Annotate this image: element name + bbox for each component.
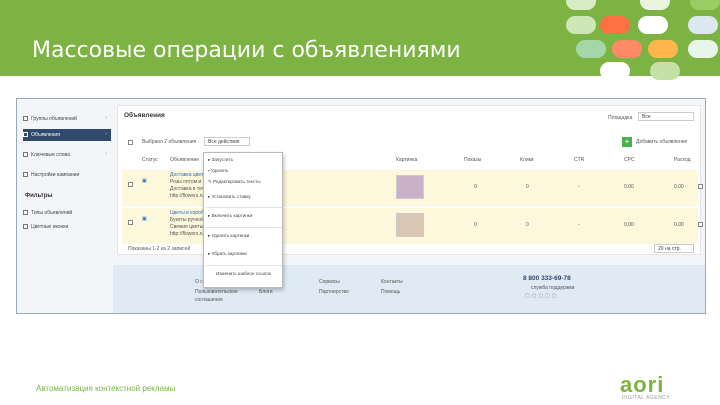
folder-icon [23,116,28,121]
clicks-value: 0 [526,184,529,190]
bulk-actions-select[interactable]: Все действия [204,137,250,146]
column-header[interactable]: CTR [574,157,584,163]
ad-url: http://flowers.ru [170,231,205,237]
add-ad-label[interactable]: Добавить объявление [636,139,687,145]
checkbox-icon [23,210,28,215]
decor-shape [650,62,680,80]
ad-url: http://flowers.ru [170,193,205,199]
menu-item-start[interactable]: ▸ Запустить [208,157,233,163]
brand-logo-sub: DIGITAL AGENCY [622,395,671,401]
select-all-checkbox[interactable] [128,140,133,145]
chevron-right-icon: › [105,115,107,121]
cost-value: 0.00 [674,184,684,190]
sidebar-item-settings[interactable]: Настройки кампании [23,169,111,181]
ad-image[interactable] [396,175,424,199]
sidebar-filter-item[interactable]: Типы объявлений [23,207,111,219]
column-header[interactable]: Статус [142,157,158,163]
site-footer: О системе Пользовательское соглашение Бл… [113,265,705,313]
menu-item-change-link-template[interactable]: Изменить шаблон ссылок [216,271,271,276]
clicks-value: 0 [526,222,529,228]
shows-value: 0 [474,222,477,228]
checkbox-icon [23,224,28,229]
column-header[interactable]: Показы [464,157,481,163]
platform-label: Площадка [608,115,633,121]
decor-shape [648,40,678,58]
column-header[interactable]: CPC [624,157,635,163]
settings-icon [23,172,28,177]
pagination-info: Показаны 1-2 из 2 записей [128,246,191,252]
menu-item-set-bid[interactable]: ▸ Установить ставку [208,194,251,200]
cost-value: 0.00 [674,222,684,228]
column-header[interactable]: Клики [520,157,534,163]
menu-divider [206,227,282,228]
chevron-right-icon: › [105,151,107,157]
key-icon [23,152,28,157]
bottom-note: Автоматизация контекстной рекламы [36,384,176,393]
sidebar: Группы объявлений › Объявления › Ключевы… [17,99,113,313]
menu-item-enable-images[interactable]: ▸ Включить картинки [208,213,252,219]
footer-link[interactable]: Контакты [381,279,403,285]
row-checkbox[interactable] [128,220,133,225]
embedded-screenshot: Группы объявлений › Объявления › Ключевы… [16,98,706,314]
footer-link[interactable]: Блоги [259,289,273,295]
column-header[interactable]: Объявление [170,157,199,163]
decor-shape [600,16,630,34]
selected-count: Выбрано 2 объявления [142,139,197,145]
column-header[interactable]: Картинка [396,157,417,163]
decor-shape [638,16,668,34]
decor-shape [576,40,606,58]
decor-shape [566,16,596,34]
decor-shape [600,62,630,80]
status-icon: ▣ [142,216,147,222]
decor-shape [640,0,670,10]
social-icons[interactable]: ▢▢▢▢▢ [525,293,559,299]
chevron-right-icon: › [105,131,107,137]
cpc-value: 0.00 [624,222,634,228]
ad-image[interactable] [396,213,424,237]
decor-shape [612,40,642,58]
sidebar-item-ads[interactable]: Объявления › [23,129,111,141]
menu-item-edit-texts[interactable]: ✎ Редактировать тексты [208,179,261,185]
row-checkbox[interactable] [128,182,133,187]
ads-icon [23,132,28,137]
menu-item-delete[interactable]: ▪ Удалить [208,168,228,173]
sidebar-item-groups[interactable]: Группы объявлений › [23,113,111,125]
per-page-select[interactable]: 20 на стр. [654,244,694,253]
platform-select[interactable]: Все [638,112,694,121]
column-header[interactable]: Расход [674,157,690,163]
footer-link[interactable]: соглашение [195,297,223,303]
add-ad-button[interactable]: + [622,137,632,147]
decor-shape [688,40,718,58]
slide-title: Массовые операции с объявлениями [32,38,461,63]
footer-link[interactable]: Пользовательское [195,289,238,295]
shows-value: 0 [474,184,477,190]
status-icon: ▣ [142,178,147,184]
decor-shape [690,0,720,10]
footer-link[interactable]: Партнерство [319,289,349,295]
sidebar-filter-item[interactable]: Цветные иконки [23,221,111,233]
decor-shape [566,0,596,10]
row-action-icon[interactable] [698,184,703,189]
sidebar-section-title: Фильтры [25,193,53,199]
menu-divider [206,207,282,208]
footer-link[interactable]: Сервисы [319,279,340,285]
menu-item-remove-images[interactable]: ▸ Убрать картинки [208,251,247,257]
bulk-actions-menu: ▸ Запустить ▪ Удалить ✎ Редактировать те… [203,152,283,288]
sidebar-item-keywords[interactable]: Ключевые слова › [23,149,111,161]
row-action-icon[interactable] [698,222,703,227]
menu-item-delete-images[interactable]: ▸ Удалить картинки [208,233,249,239]
support-phone: 8 800 333-69-78 [523,275,571,282]
ctr-value: - [578,222,580,228]
decor-shape [688,16,718,34]
panel-title: Объявления [124,112,165,119]
cpc-value: 0.00 [624,184,634,190]
footer-link[interactable]: Помощь [381,289,400,295]
menu-divider [206,265,282,266]
support-label: служба поддержки [531,285,575,291]
ctr-value: - [578,184,580,190]
